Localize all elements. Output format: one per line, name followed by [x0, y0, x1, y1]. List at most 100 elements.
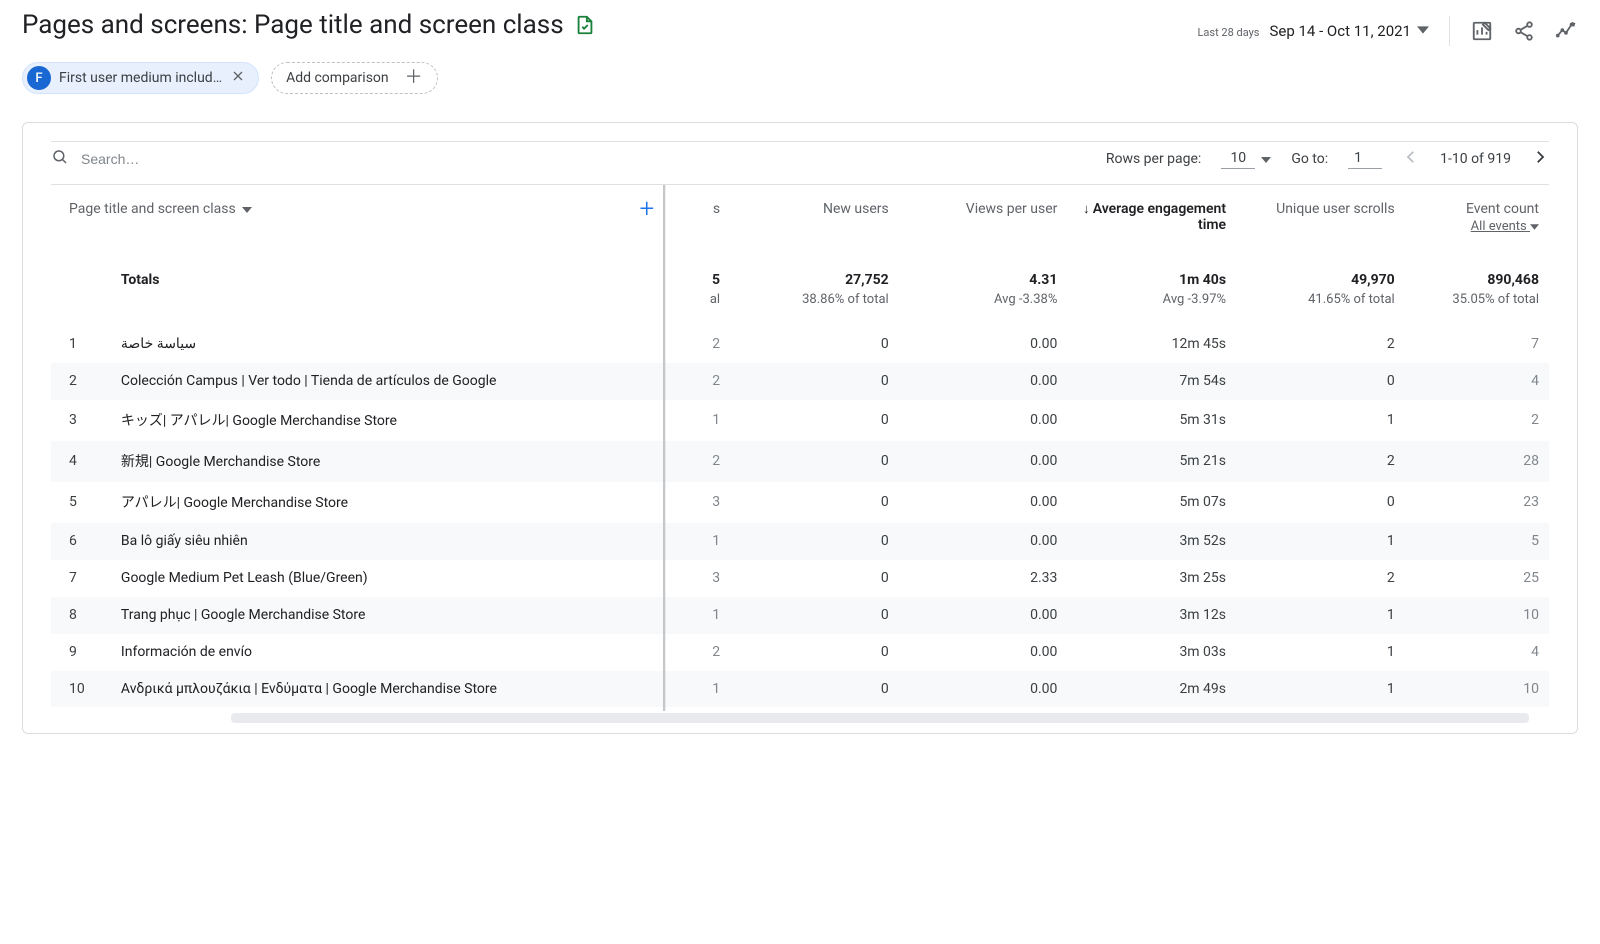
row-new-users: 0: [730, 560, 899, 597]
row-new-users: 0: [730, 597, 899, 634]
table-row[interactable]: 1سياسة خاصة200.0012m 45s27: [51, 326, 1549, 363]
filter-chip-label: First user medium includ…: [59, 70, 222, 86]
page-title: Pages and screens: Page title and screen…: [22, 10, 596, 40]
row-views-per-user: 0.00: [899, 363, 1068, 400]
col-avg-engagement[interactable]: ↓ Average engagement time: [1067, 185, 1236, 252]
page-title-text: Pages and screens: Page title and screen…: [22, 10, 564, 40]
row-index: 10: [51, 671, 111, 708]
row-views-per-user: 0.00: [899, 523, 1068, 560]
table-row[interactable]: 4新規| Google Merchandise Store200.005m 21…: [51, 441, 1549, 482]
search-input[interactable]: [79, 150, 279, 168]
row-index: 2: [51, 363, 111, 400]
row-title: Colección Campus | Ver todo | Tienda de …: [111, 363, 670, 400]
row-event-count: 10: [1405, 597, 1549, 634]
date-range-picker[interactable]: Last 28 days Sep 14 - Oct 11, 2021: [1197, 22, 1429, 40]
row-engagement: 3m 25s: [1067, 560, 1236, 597]
row-engagement: 2m 49s: [1067, 671, 1236, 708]
totals-edge-fragment: 5: [712, 272, 720, 288]
row-new-users: 0: [730, 671, 899, 708]
insights-icon[interactable]: [1554, 19, 1578, 43]
table-row[interactable]: 6Ba lô giấy siêu nhiên100.003m 52s15: [51, 523, 1549, 560]
row-views-per-user: 0.00: [899, 441, 1068, 482]
table-row[interactable]: 9Información de envío200.003m 03s14: [51, 634, 1549, 671]
row-event-count: 2: [1405, 400, 1549, 441]
table-row[interactable]: 10Ανδρικά μπλουζάκια | Ενδύματα | Google…: [51, 671, 1549, 708]
rows-per-page-label: Rows per page:: [1106, 151, 1201, 167]
row-title: 新規| Google Merchandise Store: [111, 441, 670, 482]
row-edge-fragment: 2: [670, 326, 730, 363]
row-edge-fragment: 1: [670, 523, 730, 560]
row-index: 1: [51, 326, 111, 363]
row-engagement: 5m 07s: [1067, 482, 1236, 523]
col-unique-scrolls[interactable]: Unique user scrolls: [1236, 185, 1405, 252]
dimension-picker[interactable]: Page title and screen class: [69, 201, 252, 217]
totals-scrolls: 49,970: [1351, 272, 1395, 288]
close-icon[interactable]: [230, 68, 246, 88]
row-unique-scrolls: 1: [1236, 671, 1405, 708]
filter-chip[interactable]: F First user medium includ…: [22, 62, 259, 94]
table-row[interactable]: 7Google Medium Pet Leash (Blue/Green)302…: [51, 560, 1549, 597]
row-views-per-user: 0.00: [899, 400, 1068, 441]
row-index: 6: [51, 523, 111, 560]
row-title: Trang phục | Google Merchandise Store: [111, 597, 670, 634]
col-event-count[interactable]: Event count All events: [1405, 185, 1549, 252]
col-new-users[interactable]: New users: [730, 185, 899, 252]
horizontal-scrollbar[interactable]: [231, 713, 1529, 723]
row-index: 9: [51, 634, 111, 671]
totals-new-users: 27,752: [845, 272, 889, 288]
totals-label: Totals: [121, 272, 160, 288]
table-row[interactable]: 2Colección Campus | Ver todo | Tienda de…: [51, 363, 1549, 400]
prev-page-icon[interactable]: [1402, 148, 1420, 170]
row-event-count: 7: [1405, 326, 1549, 363]
row-unique-scrolls: 2: [1236, 326, 1405, 363]
row-edge-fragment: 3: [670, 482, 730, 523]
row-engagement: 12m 45s: [1067, 326, 1236, 363]
row-new-users: 0: [730, 363, 899, 400]
col-edge-fragment: s: [670, 185, 730, 252]
table-row[interactable]: 3キッズ| アパレル| Google Merchandise Store100.…: [51, 400, 1549, 441]
row-event-count: 4: [1405, 634, 1549, 671]
pagination-range: 1-10 of 919: [1440, 151, 1511, 167]
row-index: 3: [51, 400, 111, 441]
row-views-per-user: 0.00: [899, 634, 1068, 671]
row-edge-fragment: 1: [670, 671, 730, 708]
report-card: Rows per page: 10 Go to: 1 1-10 of 919: [22, 122, 1578, 734]
row-title: Ανδρικά μπλουζάκια | Ενδύματα | Google M…: [111, 671, 670, 708]
row-edge-fragment: 2: [670, 634, 730, 671]
row-new-users: 0: [730, 326, 899, 363]
caret-down-icon: [242, 201, 252, 217]
share-icon[interactable]: [1512, 19, 1536, 43]
row-new-users: 0: [730, 400, 899, 441]
next-page-icon[interactable]: [1531, 148, 1549, 170]
data-table: Page title and screen class + s New user…: [51, 185, 1549, 707]
rows-per-page-select[interactable]: 10: [1221, 150, 1271, 169]
date-range-value: Sep 14 - Oct 11, 2021: [1269, 22, 1411, 40]
row-index: 5: [51, 482, 111, 523]
row-new-users: 0: [730, 441, 899, 482]
add-comparison-button[interactable]: Add comparison ＋: [271, 62, 438, 94]
row-event-count: 23: [1405, 482, 1549, 523]
row-engagement: 5m 21s: [1067, 441, 1236, 482]
row-index: 4: [51, 441, 111, 482]
row-edge-fragment: 2: [670, 363, 730, 400]
row-views-per-user: 0.00: [899, 482, 1068, 523]
row-event-count: 28: [1405, 441, 1549, 482]
goto-input[interactable]: 1: [1348, 150, 1382, 169]
row-engagement: 7m 54s: [1067, 363, 1236, 400]
row-unique-scrolls: 0: [1236, 482, 1405, 523]
table-row[interactable]: 8Trang phục | Google Merchandise Store10…: [51, 597, 1549, 634]
totals-event-count: 890,468: [1487, 272, 1539, 288]
row-title: キッズ| アパレル| Google Merchandise Store: [111, 400, 670, 441]
event-count-filter[interactable]: All events: [1471, 219, 1527, 234]
row-index: 7: [51, 560, 111, 597]
verified-icon: [574, 14, 596, 36]
totals-vpu: 4.31: [1029, 272, 1057, 288]
search-icon: [51, 148, 69, 170]
customize-report-icon[interactable]: [1470, 19, 1494, 43]
row-edge-fragment: 2: [670, 441, 730, 482]
table-search[interactable]: [51, 148, 279, 170]
table-row[interactable]: 5アパレル| Google Merchandise Store300.005m …: [51, 482, 1549, 523]
caret-down-icon: [1261, 151, 1271, 167]
goto-label: Go to:: [1291, 151, 1328, 167]
col-views-per-user[interactable]: Views per user: [899, 185, 1068, 252]
